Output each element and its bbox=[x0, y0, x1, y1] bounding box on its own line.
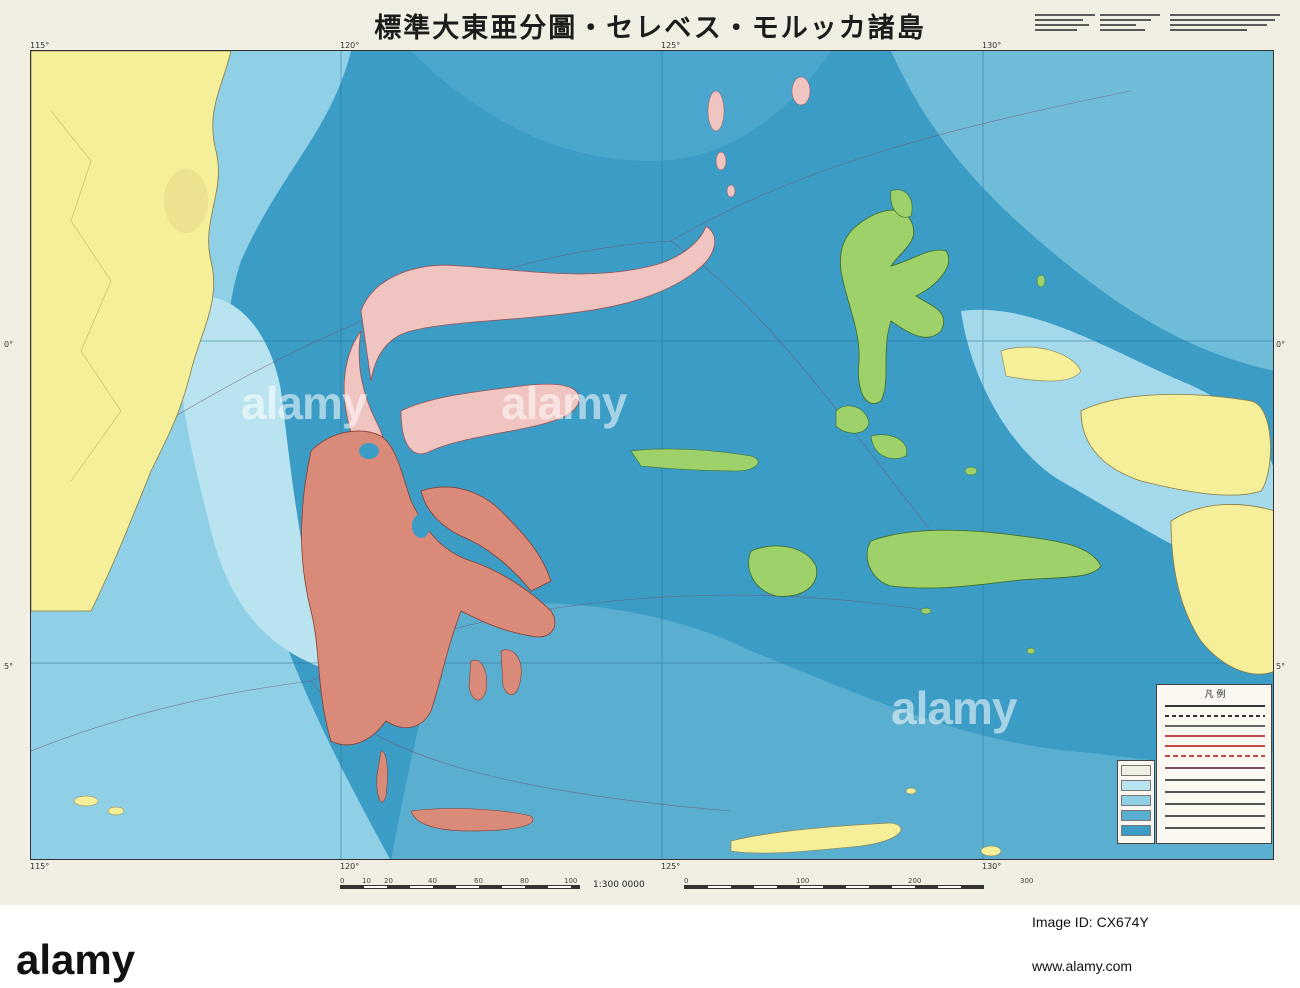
lon-tick-125-top: 125° bbox=[661, 41, 681, 50]
depth-color-key bbox=[1117, 760, 1155, 844]
legend-row bbox=[1165, 767, 1265, 769]
lon-tick-130-top: 130° bbox=[982, 41, 1002, 50]
lake-poso bbox=[359, 443, 379, 459]
publisher-imprint-right bbox=[1170, 14, 1280, 40]
scale-tick: 200 bbox=[908, 877, 922, 885]
lat-tick-5-left: 5° bbox=[4, 662, 14, 671]
scale-tick: 60 bbox=[474, 877, 483, 885]
alamy-logo: alamy bbox=[16, 936, 136, 983]
lon-tick-125-bottom: 125° bbox=[661, 862, 681, 871]
lon-tick-120-bottom: 120° bbox=[340, 862, 360, 871]
scale-tick: 10 bbox=[362, 877, 371, 885]
legend-row bbox=[1165, 745, 1265, 747]
legend-row bbox=[1165, 815, 1265, 817]
lon-tick-115-top: 115° bbox=[30, 41, 50, 50]
scale-bar-left bbox=[340, 885, 580, 889]
scale-bar-right bbox=[684, 885, 984, 889]
map-legend: 凡 例 bbox=[1156, 684, 1272, 844]
scale-tick: 300 bbox=[1020, 877, 1034, 885]
alamy-watermark-1: alamy bbox=[241, 377, 367, 429]
scale-tick: 20 bbox=[384, 877, 393, 885]
scale-tick: 0 bbox=[340, 877, 345, 885]
legend-row bbox=[1165, 803, 1265, 805]
lat-tick-0-left: 0° bbox=[4, 340, 14, 349]
depth-swatch bbox=[1121, 810, 1151, 821]
depth-swatch bbox=[1121, 765, 1151, 776]
depth-swatch bbox=[1121, 780, 1151, 791]
legend-title: 凡 例 bbox=[1204, 690, 1226, 700]
scale-tick: 0 bbox=[684, 877, 689, 885]
scale-ratio: 1:300 0000 bbox=[593, 880, 645, 890]
map-sheet: 標準大東亜分圖・セレベス・モルッカ諸島 115° 120° 125° 130° … bbox=[0, 0, 1300, 905]
lon-tick-130-bottom: 130° bbox=[982, 862, 1002, 871]
depth-swatch bbox=[1121, 795, 1151, 806]
scale-tick: 40 bbox=[428, 877, 437, 885]
legend-row bbox=[1165, 827, 1265, 829]
publisher-imprint-left bbox=[1035, 14, 1095, 40]
lake-towuti bbox=[412, 514, 430, 538]
map-canvas: alamy alamy alamy bbox=[30, 50, 1274, 860]
legend-row bbox=[1165, 705, 1265, 707]
lat-tick-0-right: 0° bbox=[1276, 340, 1286, 349]
scale-tick: 100 bbox=[564, 877, 578, 885]
legend-row bbox=[1165, 715, 1265, 717]
map-graphic bbox=[31, 51, 1273, 859]
lon-tick-115-bottom: 115° bbox=[30, 862, 50, 871]
scale-tick: 100 bbox=[796, 877, 810, 885]
legend-row bbox=[1165, 779, 1265, 781]
legend-row bbox=[1165, 755, 1265, 757]
legend-row bbox=[1165, 791, 1265, 793]
lon-tick-120-top: 120° bbox=[340, 41, 360, 50]
scale-tick: 80 bbox=[520, 877, 529, 885]
lat-tick-5-right: 5° bbox=[1276, 662, 1286, 671]
legend-row bbox=[1165, 725, 1265, 727]
publisher-imprint-mid bbox=[1100, 14, 1160, 40]
legend-row bbox=[1165, 735, 1265, 737]
image-id-label: Image ID: CX674Y bbox=[1032, 914, 1149, 930]
alamy-url: www.alamy.com bbox=[1032, 958, 1133, 974]
alamy-watermark-2: alamy bbox=[501, 377, 627, 429]
depth-swatch bbox=[1121, 825, 1151, 836]
alamy-watermark-3: alamy bbox=[891, 682, 1017, 734]
